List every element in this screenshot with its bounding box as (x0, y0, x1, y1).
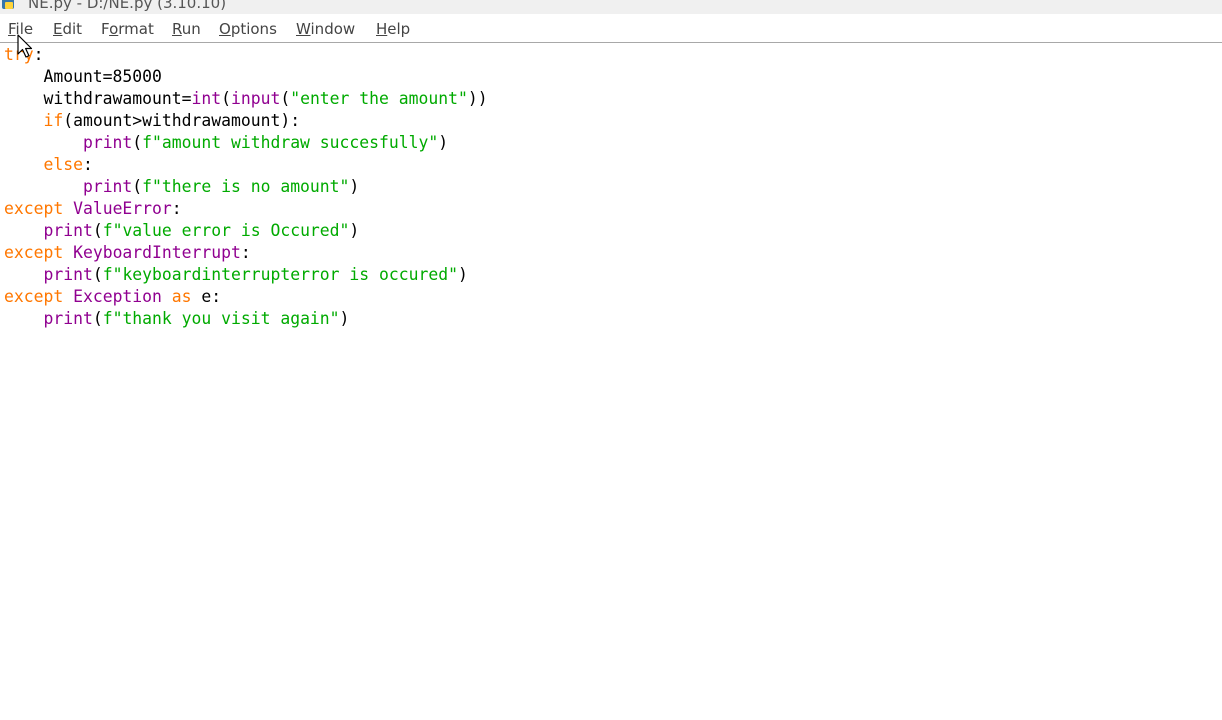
code-token-bi: int (191, 89, 222, 108)
code-token-plain: ) (349, 221, 360, 240)
code-token-plain: : (82, 155, 93, 174)
menu-format[interactable]: Format (101, 20, 154, 38)
code-token-plain: e: (191, 287, 222, 306)
menu-format-suffix: rmat (118, 20, 154, 38)
code-token-plain: ( (221, 89, 231, 108)
menu-file-suffix: ile (15, 20, 34, 38)
code-token-kw: except (4, 287, 64, 306)
code-token-plain: ) (457, 265, 468, 284)
code-line[interactable]: print(f"value error is Occured") (4, 220, 488, 242)
menu-run-mnemonic: R (172, 20, 182, 38)
code-token-bi: print (82, 133, 133, 152)
code-token-kw: as (171, 287, 192, 306)
code-text[interactable]: try: Amount=85000 withdrawamount=int(inp… (4, 44, 488, 330)
menu-bar: File Edit Format Run Options Window Help (0, 14, 1222, 43)
code-token-bi: Exception (73, 287, 162, 306)
menu-window-mnemonic: W (296, 20, 311, 38)
menu-run-suffix: un (181, 20, 201, 38)
menu-options[interactable]: Options (219, 20, 277, 38)
code-token-plain: ( (92, 265, 103, 284)
menu-help-suffix: elp (387, 20, 411, 38)
code-token-plain: ) (349, 177, 360, 196)
code-line[interactable]: except KeyboardInterrupt: (4, 242, 488, 264)
code-editor[interactable]: try: Amount=85000 withdrawamount=int(inp… (0, 43, 1222, 720)
code-line[interactable]: print(f"there is no amount") (4, 176, 488, 198)
code-token-plain: ( (132, 177, 143, 196)
window-titlebar: NE.py - D:/NE.py (3.10.10) (0, 0, 1222, 14)
code-token-str: f"there is no amount" (142, 177, 350, 196)
menu-options-suffix: ptions (230, 20, 277, 38)
code-line[interactable]: if(amount>withdrawamount): (4, 110, 488, 132)
code-token-plain: ) (339, 309, 350, 328)
code-token-bi: KeyboardInterrupt (73, 243, 241, 262)
code-token-plain: ( (92, 221, 103, 240)
code-token-bi: print (43, 309, 93, 328)
code-token-bi: print (43, 221, 93, 240)
code-token-str: f"keyboardinterrupterror is occured" (102, 265, 458, 284)
code-line[interactable]: print(f"thank you visit again") (4, 308, 488, 330)
code-token-kw: else (43, 155, 83, 174)
code-token-bi: ValueError (73, 199, 172, 218)
code-line[interactable]: withdrawamount=int(input("enter the amou… (4, 88, 488, 110)
menu-window[interactable]: Window (296, 20, 355, 38)
code-token-plain: : (171, 199, 182, 218)
menu-help[interactable]: Help (376, 20, 410, 38)
code-token-str: f"thank you visit again" (102, 309, 340, 328)
code-token-plain: ( (132, 133, 143, 152)
python-file-icon (2, 0, 14, 9)
window-title: NE.py - D:/NE.py (3.10.10) (28, 0, 227, 12)
code-line[interactable]: print(f"amount withdraw succesfully") (4, 132, 488, 154)
code-line[interactable]: Amount=85000 (4, 66, 488, 88)
menu-file-mnemonic: F (8, 20, 16, 38)
code-token-str: "enter the amount" (290, 89, 468, 108)
code-token-plain: ) (438, 133, 449, 152)
code-token-kw: except (4, 243, 64, 262)
code-token-plain: )) (467, 89, 488, 108)
menu-options-mnemonic: O (219, 20, 231, 38)
menu-run[interactable]: Run (172, 20, 201, 38)
code-token-bi: print (43, 265, 93, 284)
code-line[interactable]: except Exception as e: (4, 286, 488, 308)
code-token-plain: : (240, 243, 251, 262)
code-line[interactable]: else: (4, 154, 488, 176)
code-token-plain: Amount=85000 (4, 67, 162, 86)
code-token-bi: input (230, 89, 281, 108)
menu-format-prefix: F (101, 20, 110, 38)
code-token-kw: except (4, 199, 64, 218)
menu-edit[interactable]: Edit (53, 20, 82, 38)
code-line[interactable]: except ValueError: (4, 198, 488, 220)
code-line[interactable]: print(f"keyboardinterrupterror is occure… (4, 264, 488, 286)
code-token-plain: withdrawamount= (4, 89, 192, 108)
code-token-bi: print (82, 177, 133, 196)
menu-format-mnemonic: o (109, 20, 119, 38)
code-token-str: f"amount withdraw succesfully" (142, 133, 439, 152)
code-token-plain: ( (92, 309, 103, 328)
code-token-plain: (amount>withdrawamount): (63, 111, 301, 130)
menu-edit-suffix: dit (62, 20, 83, 38)
code-token-kw: if (43, 111, 64, 130)
menu-help-mnemonic: H (376, 20, 388, 38)
code-line[interactable]: try: (4, 44, 488, 66)
menu-file[interactable]: File (8, 20, 33, 38)
code-token-kw: try (4, 45, 34, 64)
code-token-plain: : (33, 45, 44, 64)
code-token-str: f"value error is Occured" (102, 221, 350, 240)
menu-window-suffix: indow (310, 20, 356, 38)
code-token-plain: ( (280, 89, 291, 108)
